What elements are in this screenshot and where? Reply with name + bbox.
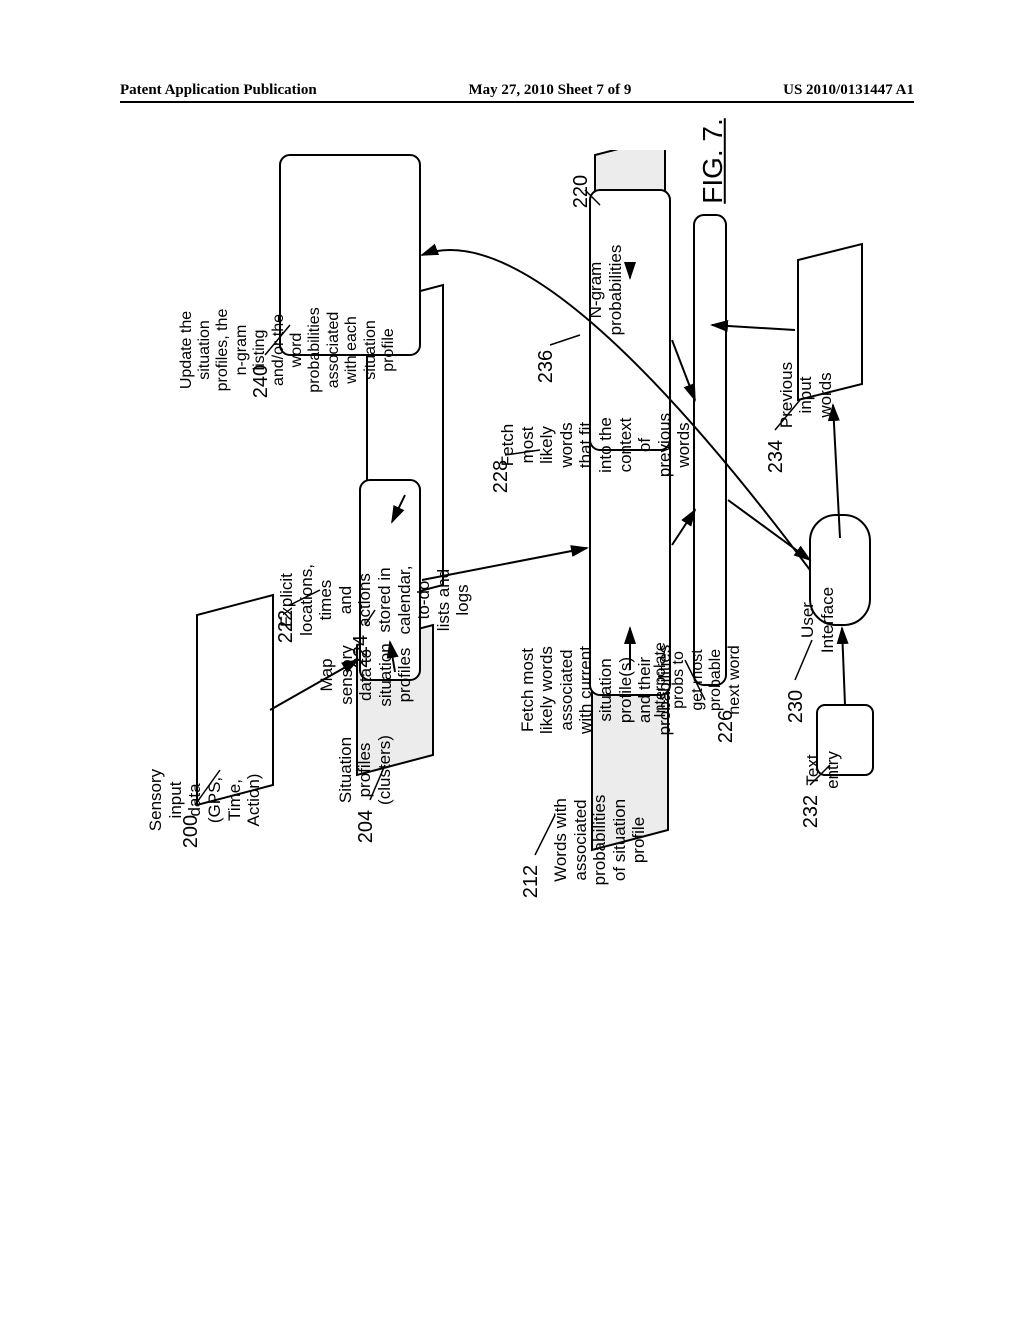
figure-stage: Sensory input data (GPS, Time, Action) S…	[140, 150, 900, 1200]
ref-200: 200	[180, 815, 203, 848]
ref-226: 226	[715, 710, 738, 743]
situation-profiles-data: Situation profiles (clusters)	[330, 727, 401, 813]
explicit-locations-data: Explicit locations, times and actions st…	[271, 556, 478, 644]
ref-228: 228	[490, 460, 513, 493]
ref-220: 220	[570, 175, 593, 208]
ref-224: 224	[350, 635, 373, 668]
header-left: Patent Application Publication	[120, 82, 317, 99]
ref-232: 232	[800, 795, 823, 828]
ref-204: 204	[355, 810, 378, 843]
text-entry-process: Text entry	[797, 743, 848, 797]
sensory-input-data: Sensory input data (GPS, Time, Action)	[140, 761, 269, 839]
ref-230: 230	[785, 690, 808, 723]
fetch-context-process: Fetch most likely words that fit into th…	[492, 405, 699, 485]
ngram-data: N-gram probabilities	[580, 237, 631, 344]
figure-caption: FIG. 7.	[697, 118, 729, 204]
header-center: May 27, 2010 Sheet 7 of 9	[468, 82, 631, 99]
ref-234: 234	[765, 440, 788, 473]
ref-212: 212	[520, 865, 543, 898]
ref-222: 222	[275, 610, 298, 643]
previous-words-data: Previous input words	[771, 354, 842, 436]
update-profiles-process: Update the situation profiles, the n-gra…	[172, 299, 405, 400]
ref-236: 236	[535, 350, 558, 383]
user-interface-process: User Interface	[792, 579, 843, 661]
words-probs-data: Words with associated probabilities of s…	[545, 787, 655, 894]
header-right: US 2010/0131447 A1	[783, 82, 914, 99]
ref-240: 240	[250, 365, 273, 398]
